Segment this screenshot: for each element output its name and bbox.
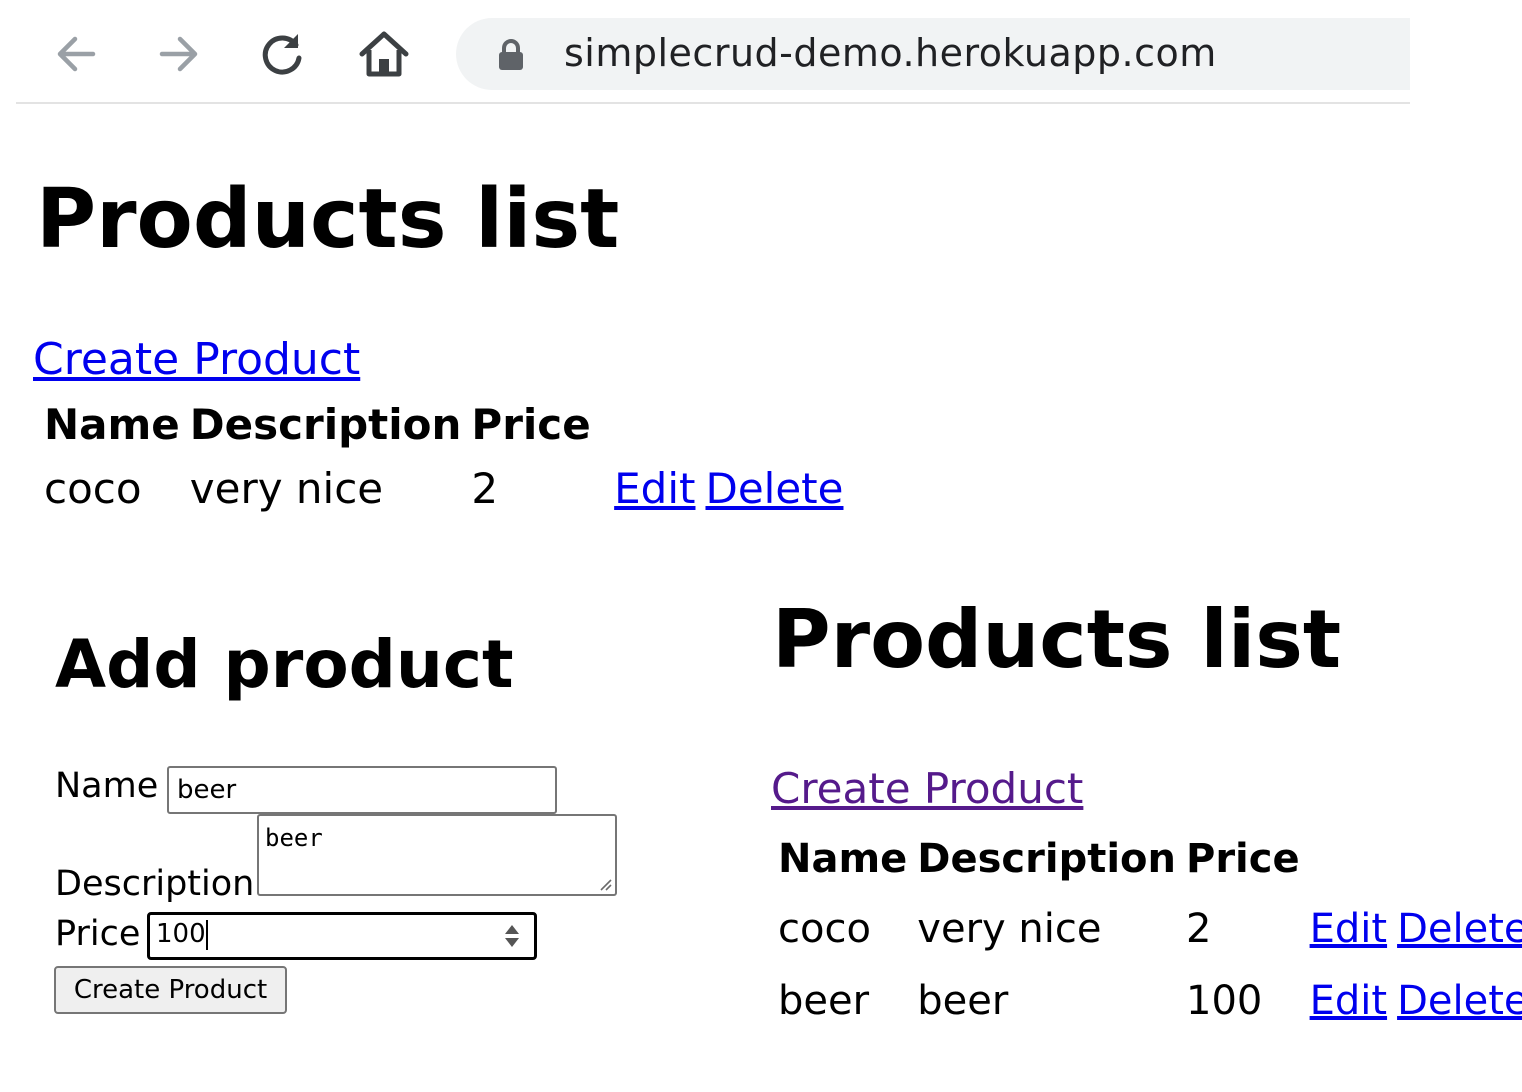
column-header-description: Description [917,836,1176,882]
cell-description: very nice [189,464,384,513]
back-button[interactable] [48,26,104,82]
column-header-description: Description [189,400,462,449]
resize-handle-icon[interactable] [595,874,613,892]
column-header-name: Name [778,836,908,882]
forward-arrow-icon [159,36,198,72]
description-value: beer [265,824,323,852]
price-value: 100 [156,919,206,949]
cell-name: coco [44,464,142,513]
forward-button[interactable] [151,26,207,82]
table-row: beer beer 100 Edit Delete [774,966,1522,1036]
column-header-name: Name [44,400,180,449]
description-label: Description [55,864,255,904]
products-table-2: Name Description Price coco very nice 2 … [772,824,1522,1038]
home-icon [359,31,409,77]
lock-icon [499,39,523,70]
text-cursor [205,919,208,950]
delete-link[interactable]: Delete [1397,906,1522,952]
column-header-price: Price [1186,836,1300,882]
price-label: Price [55,914,141,954]
delete-link[interactable]: Delete [1397,978,1522,1024]
price-field[interactable]: 100 [147,912,537,960]
spinner-arrows-icon[interactable] [504,923,520,949]
url-text[interactable]: simplecrud-demo.herokuapp.com [564,30,1217,76]
edit-link[interactable]: Edit [1310,978,1387,1024]
description-field[interactable]: beer [257,814,617,896]
address-bar[interactable]: simplecrud-demo.herokuapp.com [456,18,1410,90]
browser-toolbar: simplecrud-demo.herokuapp.com [16,0,1410,104]
cell-name: beer [778,978,870,1024]
products-table: Name Description Price coco very nice 2 … [38,392,849,522]
cell-price: 2 [471,464,499,513]
delete-link[interactable]: Delete [705,464,843,513]
cell-price: 100 [1186,978,1263,1024]
page-title-2: Products list [772,593,1342,686]
table-header-row: Name Description Price [774,826,1522,892]
create-product-link-2[interactable]: Create Product [771,764,1083,814]
create-product-button[interactable]: Create Product [54,966,287,1014]
back-arrow-icon [57,36,96,72]
edit-link[interactable]: Edit [614,464,695,513]
name-field[interactable] [167,766,557,814]
column-header-price: Price [471,400,591,449]
name-label: Name [55,766,159,806]
edit-link[interactable]: Edit [1310,906,1387,952]
cell-name: coco [778,906,871,952]
table-row: coco very nice 2 Edit Delete [774,894,1522,964]
reload-icon [262,34,302,75]
table-header-row: Name Description Price [40,394,847,456]
table-row: coco very nice 2 Edit Delete [40,458,847,520]
cell-description: very nice [917,906,1102,952]
home-button[interactable] [356,26,412,82]
add-product-title: Add product [55,626,514,703]
cell-description: beer [917,978,1009,1024]
reload-button[interactable] [254,26,310,82]
page-title: Products list [36,172,620,267]
cell-price: 2 [1186,906,1212,952]
create-product-link[interactable]: Create Product [33,334,360,386]
